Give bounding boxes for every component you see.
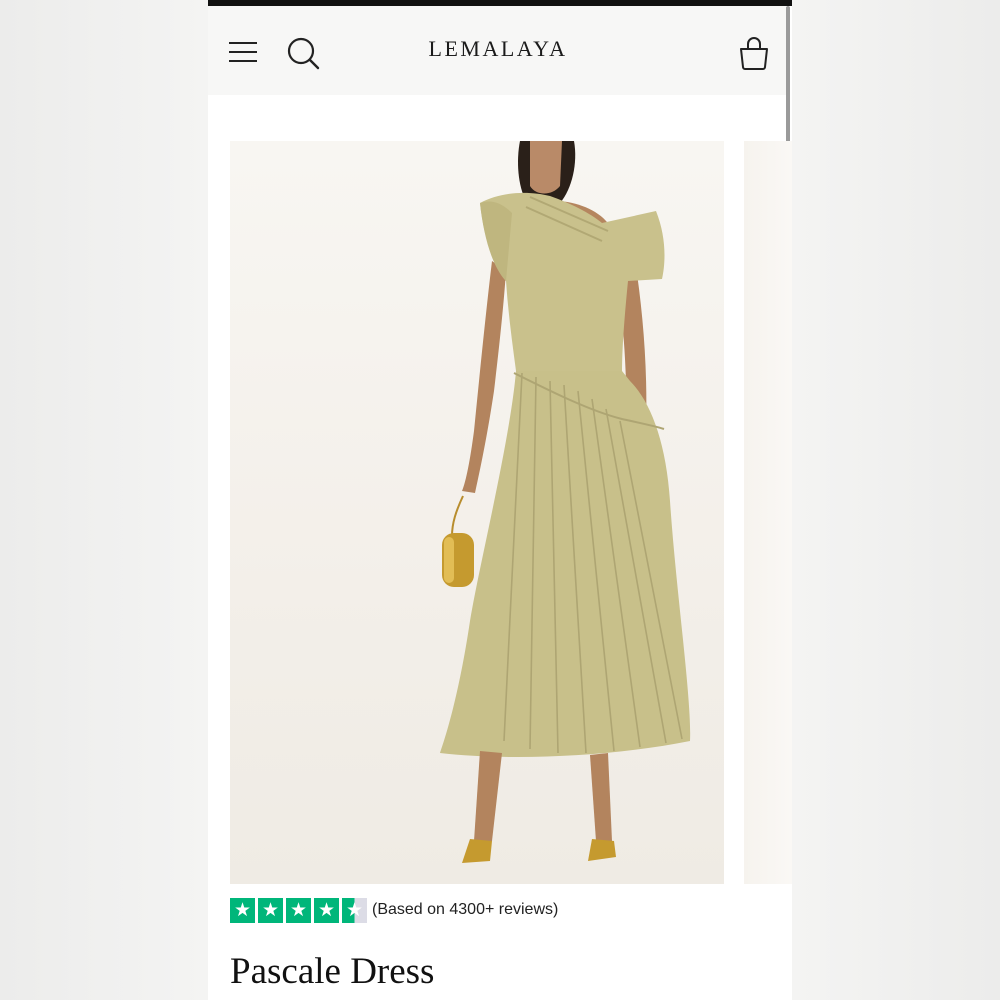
star-icon: ★ <box>286 898 311 923</box>
scrollbar[interactable] <box>786 6 790 161</box>
product-title: Pascale Dress <box>230 951 435 992</box>
product-photo-dress <box>440 141 691 863</box>
search-icon[interactable] <box>286 36 320 70</box>
product-image[interactable] <box>230 141 724 884</box>
star-icon: ★ <box>230 898 255 923</box>
page-backdrop-left <box>0 0 208 1000</box>
brand-logo[interactable]: LEMALAYA <box>398 36 598 62</box>
shopping-bag-icon[interactable] <box>738 36 770 70</box>
next-product-image-peek[interactable] <box>744 141 792 884</box>
star-icon: ★ <box>314 898 339 923</box>
star-icon: ★ <box>258 898 283 923</box>
page-backdrop-right <box>792 0 1000 1000</box>
star-rating: ★ ★ ★ ★ ★ <box>230 898 367 924</box>
half-star-icon: ★ <box>342 898 367 923</box>
site-header: LEMALAYA <box>208 6 786 95</box>
rating-summary[interactable]: ★ ★ ★ ★ ★ (Based on 4300+ reviews) <box>230 898 770 924</box>
mobile-viewport: LEMALAYA ★ ★ ★ ★ ★ (Based on 4300+ revie… <box>208 0 792 1000</box>
review-count[interactable]: (Based on 4300+ reviews) <box>372 901 558 919</box>
hamburger-menu-icon[interactable] <box>228 40 258 64</box>
